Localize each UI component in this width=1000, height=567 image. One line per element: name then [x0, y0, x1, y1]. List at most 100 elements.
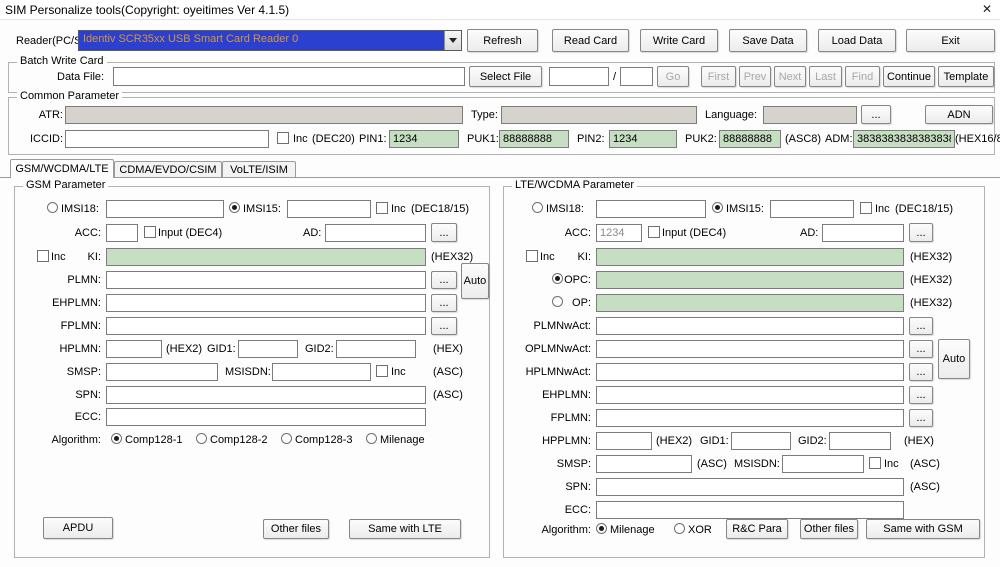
lte-ehplmn-input[interactable] — [596, 386, 904, 404]
continue-button[interactable]: Continue — [883, 66, 935, 87]
write-card-button[interactable]: Write Card — [640, 29, 718, 52]
gsm-msisdn-input[interactable] — [272, 363, 371, 381]
iccid-input[interactable] — [65, 130, 269, 148]
read-card-button[interactable]: Read Card — [552, 29, 629, 52]
template-button[interactable]: Template — [938, 66, 994, 87]
lte-hplmnwact-input[interactable] — [596, 363, 904, 381]
reader-select[interactable]: Identiv SCR35xx USB Smart Card Reader 0 — [78, 30, 462, 51]
gsm-ecc-input[interactable] — [106, 408, 426, 426]
lte-ehplmn-browse-button[interactable]: ... — [909, 386, 933, 404]
lte-oplmnwact-input[interactable] — [596, 340, 904, 358]
gsm-imsi18-input[interactable] — [106, 200, 224, 218]
lte-imsi15-radio[interactable] — [712, 202, 723, 213]
language-browse-button[interactable]: ... — [861, 105, 891, 124]
gsm-auto-button[interactable]: Auto — [461, 263, 489, 299]
gsm-other-files-button[interactable]: Other files — [263, 519, 329, 539]
gsm-algo-comp128-3-radio[interactable] — [281, 433, 292, 444]
puk2-input[interactable] — [719, 130, 781, 148]
lte-acc-input-checkbox[interactable] — [648, 226, 660, 238]
lte-acc-input[interactable] — [596, 224, 642, 242]
rc-para-button[interactable]: R&C Para — [726, 519, 788, 539]
gsm-acc-input-checkbox[interactable] — [144, 226, 156, 238]
gsm-algo-comp128-1-radio[interactable] — [111, 433, 122, 444]
lte-auto-button[interactable]: Auto — [938, 339, 970, 379]
gsm-ki-inc-checkbox[interactable] — [37, 250, 49, 262]
lte-gid2-input[interactable] — [829, 432, 891, 450]
adn-button[interactable]: ADN — [925, 105, 993, 124]
gsm-gid2-input[interactable] — [336, 340, 416, 358]
lte-opc-input[interactable] — [596, 271, 904, 289]
lte-imsi15-input[interactable] — [770, 200, 854, 218]
gsm-ki-input[interactable] — [106, 248, 426, 266]
lte-algo-xor-radio[interactable] — [674, 523, 685, 534]
lte-gid1-input[interactable] — [731, 432, 791, 450]
puk1-input[interactable] — [499, 130, 569, 148]
lte-other-files-button[interactable]: Other files — [800, 519, 858, 539]
gsm-acc-input[interactable] — [106, 224, 138, 242]
lte-imsi-inc-checkbox[interactable] — [860, 202, 872, 214]
gsm-ad-input[interactable] — [325, 224, 426, 242]
lte-spn-input[interactable] — [596, 478, 904, 496]
gsm-fplmn-input[interactable] — [106, 317, 426, 335]
gsm-ad-browse-button[interactable]: ... — [431, 223, 457, 242]
adm-input[interactable] — [853, 130, 955, 148]
iccid-inc-checkbox[interactable] — [277, 132, 289, 144]
gsm-imsi15-radio[interactable] — [229, 202, 240, 213]
apdu-button[interactable]: APDU — [43, 517, 113, 539]
lte-ki-input[interactable] — [596, 248, 904, 266]
gsm-msisdn-inc-checkbox[interactable] — [376, 365, 388, 377]
lte-fplmn-browse-button[interactable]: ... — [909, 409, 933, 427]
gsm-spn-input[interactable] — [106, 386, 426, 404]
tab-cdma-evdo-csim[interactable]: CDMA/EVDO/CSIM — [114, 161, 222, 177]
select-file-button[interactable]: Select File — [469, 66, 542, 87]
pin1-input[interactable] — [389, 130, 459, 148]
page-total-input[interactable] — [620, 67, 653, 86]
gsm-imsi18-radio[interactable] — [47, 202, 58, 213]
lte-imsi18-input[interactable] — [596, 200, 706, 218]
close-icon[interactable]: ✕ — [982, 2, 992, 16]
gsm-algo-milenage-radio[interactable] — [366, 433, 377, 444]
gsm-plmn-browse-button[interactable]: ... — [431, 271, 457, 289]
lte-msisdn-input[interactable] — [782, 455, 864, 473]
lte-plmnwact-browse-button[interactable]: ... — [909, 317, 933, 335]
tab-volte-isim[interactable]: VoLTE/ISIM — [222, 161, 296, 177]
gsm-fplmn-browse-button[interactable]: ... — [431, 317, 457, 335]
refresh-button[interactable]: Refresh — [467, 29, 538, 52]
lte-fplmn-input[interactable] — [596, 409, 904, 427]
gsm-algo-comp128-2-radio[interactable] — [196, 433, 207, 444]
chevron-down-icon[interactable] — [444, 31, 461, 50]
lte-algo-milenage-radio[interactable] — [596, 523, 607, 534]
gsm-imsi-inc-checkbox[interactable] — [376, 202, 388, 214]
save-data-button[interactable]: Save Data — [729, 29, 807, 52]
page-current-input[interactable] — [549, 67, 609, 86]
gsm-imsi15-input[interactable] — [287, 200, 371, 218]
atr-field — [65, 106, 463, 124]
gsm-gid1-input[interactable] — [238, 340, 298, 358]
lte-ad-input[interactable] — [822, 224, 904, 242]
lte-hpplmn-input[interactable] — [596, 432, 652, 450]
data-file-input[interactable] — [113, 67, 465, 86]
gsm-smsp-input[interactable] — [106, 363, 218, 381]
lte-opc-radio[interactable] — [552, 273, 563, 284]
lte-oplmnwact-browse-button[interactable]: ... — [909, 340, 933, 358]
gsm-hplmn-input[interactable] — [106, 340, 162, 358]
tab-gsm-wcdma-lte[interactable]: GSM/WCDMA/LTE — [10, 159, 114, 178]
exit-button[interactable]: Exit — [906, 29, 995, 52]
lte-imsi18-radio[interactable] — [532, 202, 543, 213]
lte-hplmnwact-browse-button[interactable]: ... — [909, 363, 933, 381]
lte-msisdn-inc-checkbox[interactable] — [869, 457, 881, 469]
lte-ecc-input[interactable] — [596, 501, 904, 519]
lte-ki-inc-checkbox[interactable] — [526, 250, 538, 262]
lte-ad-browse-button[interactable]: ... — [909, 223, 933, 242]
lte-plmnwact-input[interactable] — [596, 317, 904, 335]
lte-op-input[interactable] — [596, 294, 904, 312]
gsm-ehplmn-input[interactable] — [106, 294, 426, 312]
load-data-button[interactable]: Load Data — [818, 29, 896, 52]
gsm-plmn-input[interactable] — [106, 271, 426, 289]
same-with-lte-button[interactable]: Same with LTE — [349, 519, 461, 539]
same-with-gsm-button[interactable]: Same with GSM — [866, 519, 980, 539]
pin2-input[interactable] — [609, 130, 677, 148]
lte-smsp-input[interactable] — [596, 455, 692, 473]
gsm-ehplmn-browse-button[interactable]: ... — [431, 294, 457, 312]
lte-op-radio[interactable] — [552, 296, 563, 307]
